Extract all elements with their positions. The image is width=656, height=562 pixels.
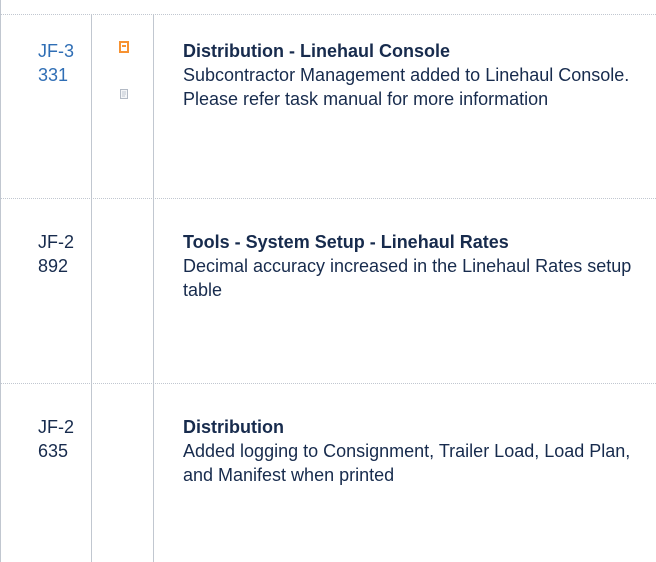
issue-description: Added logging to Consignment, Trailer Lo… <box>183 441 636 485</box>
table-border-left <box>0 0 1 562</box>
issue-title: Distribution - Linehaul Console <box>183 41 450 61</box>
issue-summary: Tools - System Setup - Linehaul Rates De… <box>183 230 643 302</box>
issue-summary: Distribution - Linehaul Console Subcontr… <box>183 39 643 111</box>
column-divider-key <box>91 14 92 562</box>
row-divider <box>0 383 656 384</box>
issue-icons <box>118 41 134 135</box>
issue-title: Tools - System Setup - Linehaul Rates <box>183 232 509 252</box>
issue-description: Decimal accuracy increased in the Lineha… <box>183 256 637 300</box>
row-divider-top <box>0 14 656 15</box>
issue-key: JF-2635 <box>38 417 74 461</box>
document-icon[interactable] <box>118 88 130 100</box>
row-divider <box>0 198 656 199</box>
issue-description: Subcontractor Management added to Lineha… <box>183 65 640 109</box>
issue-key-link[interactable]: JF-3331 <box>38 39 78 87</box>
release-notes-table: JF-3331 Distribution - Linehaul Console … <box>0 0 656 562</box>
issue-key: JF-2892 <box>38 232 74 276</box>
column-divider-icons <box>153 14 154 562</box>
issue-summary: Distribution Added logging to Consignmen… <box>183 415 643 487</box>
issue-title: Distribution <box>183 417 284 437</box>
bookmark-icon[interactable] <box>118 41 130 53</box>
